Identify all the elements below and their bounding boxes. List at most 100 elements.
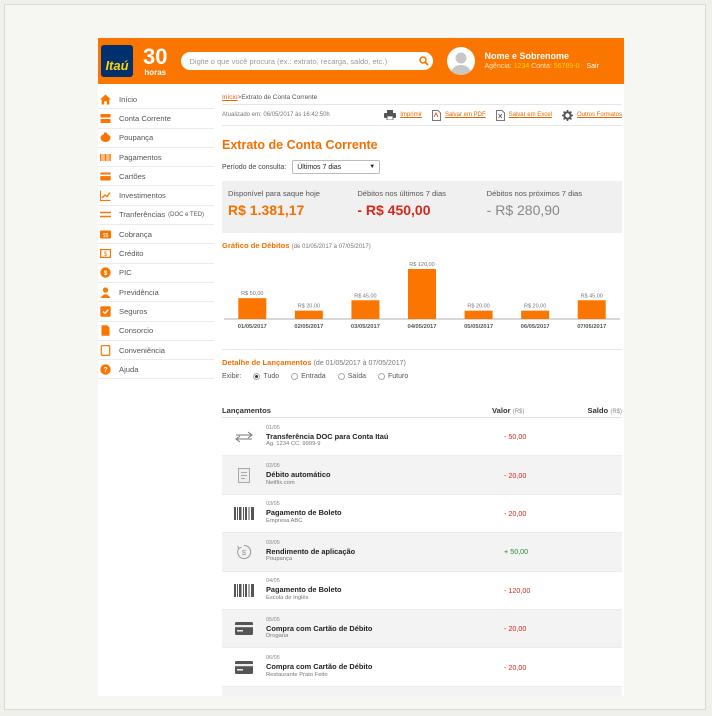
sidebar-item-label: Conveniência	[119, 345, 166, 355]
filter-radio[interactable]: Tudo	[253, 373, 279, 380]
sidebar-item[interactable]: $ Crédito	[98, 244, 214, 264]
statement-toolbar: Atualizado em: 06/05/2017 às 16:42:50h I…	[222, 104, 622, 126]
entry-value: + 50,00	[504, 547, 529, 557]
breadcrumb-home[interactable]: Início	[222, 94, 238, 101]
entry-text: 06/05 Compra com Cartão de Débito Restaura…	[266, 655, 472, 679]
tick-label: 03/05/2017	[351, 324, 380, 330]
table-row[interactable]: 07/05	[222, 686, 622, 696]
sidebar-item[interactable]: Início	[98, 90, 214, 110]
receipt-icon	[222, 467, 266, 483]
entry-date: 04/05	[266, 578, 280, 585]
table-row[interactable]: 02/05 Débito automático Netflix.com - 20,00	[222, 456, 622, 495]
sidebar-item[interactable]: Conta Corrente	[98, 109, 214, 129]
radio-dot[interactable]	[377, 373, 385, 380]
divider	[222, 349, 622, 350]
col-entries: Lançamentos	[222, 406, 271, 415]
table-row[interactable]: 03/05 Pagamento de Boleto Empresa ABC - 20,…	[222, 495, 622, 534]
document-icon	[100, 325, 111, 336]
filter-radio[interactable]: Futuro	[377, 373, 409, 380]
gear-icon	[561, 109, 573, 121]
barcode-icon	[100, 152, 111, 163]
tick-label: 01/05/2017	[238, 324, 267, 330]
period-select[interactable]: Últimos 7 dias ▼	[292, 160, 381, 174]
radio-dot[interactable]	[291, 373, 299, 380]
sidebar-item-label: Conta Corrente	[119, 113, 171, 123]
entry-value: - 20,00	[504, 624, 527, 634]
col-value-label: Valor	[492, 406, 511, 415]
caret-down-icon: ▼	[369, 164, 376, 170]
sidebar-item[interactable]: Cartões	[98, 167, 214, 187]
sidebar-item[interactable]: Investimentos	[98, 186, 214, 206]
main-content: Início > Extrato de Conta Corrente Atual…	[222, 90, 622, 696]
itau-logo[interactable]: Itaú	[101, 45, 133, 77]
sidebar-item[interactable]: Poupança	[98, 129, 214, 148]
logout-link[interactable]: Sair	[586, 63, 598, 70]
debits-last-label: Débitos nos últimos 7 dias	[357, 189, 446, 198]
barcode-icon	[222, 583, 266, 597]
avatar[interactable]	[447, 47, 476, 75]
sidebar-item[interactable]: Previdência	[98, 283, 214, 303]
sidebar-item[interactable]: $$ Cobrança	[98, 225, 214, 245]
data-label: R$ 20,00	[524, 304, 546, 310]
sidebar-item-label: PIC	[119, 268, 132, 278]
table-row[interactable]: 04/05 Pagamento de Boleto Escola de Inglês…	[222, 572, 622, 610]
filter-radio[interactable]: Saída	[337, 373, 366, 380]
sidebar-item-label: Seguros	[119, 306, 148, 316]
sidebar-item[interactable]: $ PIC	[98, 264, 214, 283]
table-row[interactable]: 01/05 Transferência DOC para Conta Itaú Ag…	[222, 418, 622, 457]
account-label: Conta:	[531, 63, 552, 71]
hours-number: 30	[143, 43, 168, 69]
sidebar-item[interactable]: Tranferências (DOC e TED)	[98, 206, 214, 226]
entry-title: Transferência DOC para Conta Itaú	[266, 431, 389, 441]
search-input[interactable]: Digite o que você procura (ex.: extrato,…	[181, 52, 434, 70]
debits-bar-chart: R$ 50,00 01/05/2017 R$ 20,00 02/05/2017 R$ 4…	[224, 262, 620, 330]
chart-bar	[351, 300, 380, 319]
entry-date: 05/05	[266, 616, 280, 623]
table-row[interactable]: $03/05 Rendimento de aplicação Poupança + 5…	[222, 533, 622, 572]
entry-date: 01/05	[266, 424, 280, 431]
details-range: (de 01/05/2017 à 07/05/2017)	[313, 360, 406, 367]
account-info: Agência: 1234 Conta: 56789-0 Sair	[484, 62, 598, 71]
sidebar-item[interactable]: Seguros	[98, 302, 214, 322]
sidebar-item[interactable]: Pagamentos	[98, 148, 214, 168]
search-icon[interactable]	[415, 52, 433, 70]
other-formats-label: Outros Formatos	[576, 112, 622, 118]
entry-subtitle: Netflix.com	[266, 479, 295, 486]
entry-text: 02/05 Débito automático Netflix.com	[266, 463, 472, 487]
chart-section-title: Gráfico de Débitos (de 01/05/2017 à 07/0…	[222, 241, 622, 250]
entry-subtitle: Empresa ABC	[266, 518, 303, 525]
entry-title: Rendimento de aplicação	[266, 546, 356, 556]
card-icon	[222, 622, 266, 636]
radio-dot[interactable]	[337, 373, 345, 380]
save-pdf-button[interactable]: Salvar em PDF	[431, 109, 486, 121]
sidebar-item[interactable]: Conveniência	[98, 341, 214, 361]
breadcrumb: Início > Extrato de Conta Corrente	[222, 90, 622, 104]
30-hours-badge: 30 horas	[143, 43, 168, 77]
debits-chart: R$ 50,00 01/05/2017 R$ 20,00 02/05/2017 R$ 4…	[222, 253, 622, 337]
help-icon: ?	[100, 364, 111, 375]
tick-label: 06/05/2017	[521, 324, 550, 330]
tick-label: 02/05/2017	[294, 324, 323, 330]
print-button[interactable]: Imprimir	[384, 110, 422, 120]
entry-value: - 20,00	[504, 508, 527, 518]
credit-icon: $	[100, 248, 111, 259]
entry-title: Compra com Cartão de Débito	[266, 623, 373, 633]
table-row[interactable]: 05/05 Compra com Cartão de Débito Drogaria…	[222, 609, 622, 649]
sidebar-item[interactable]: ? Ajuda	[98, 360, 214, 380]
entry-title: Pagamento de Boleto	[266, 585, 342, 595]
hours-label: horas	[144, 67, 167, 77]
radio-dot[interactable]	[253, 373, 261, 380]
filter-option-label: Futuro	[387, 373, 409, 380]
table-row[interactable]: 06/05 Compra com Cartão de Débito Restaura…	[222, 648, 622, 687]
sidebar-item-label: Investimentos	[119, 191, 166, 201]
other-formats-button[interactable]: Outros Formatos	[561, 109, 622, 121]
save-excel-button[interactable]: Salvar em Excel	[495, 109, 552, 121]
pdf-icon	[431, 109, 441, 121]
entry-text: 01/05 Transferência DOC para Conta Itaú Ag…	[266, 425, 472, 449]
excel-label: Salvar em Excel	[508, 112, 552, 118]
filter-radio[interactable]: Entrada	[291, 373, 326, 380]
svg-text:?: ?	[103, 367, 107, 374]
available-value: R$ 1.381,17	[228, 202, 305, 218]
search-placeholder: Digite o que você procura (ex.: extrato,…	[189, 56, 388, 66]
sidebar-item[interactable]: Consorcio	[98, 322, 214, 341]
